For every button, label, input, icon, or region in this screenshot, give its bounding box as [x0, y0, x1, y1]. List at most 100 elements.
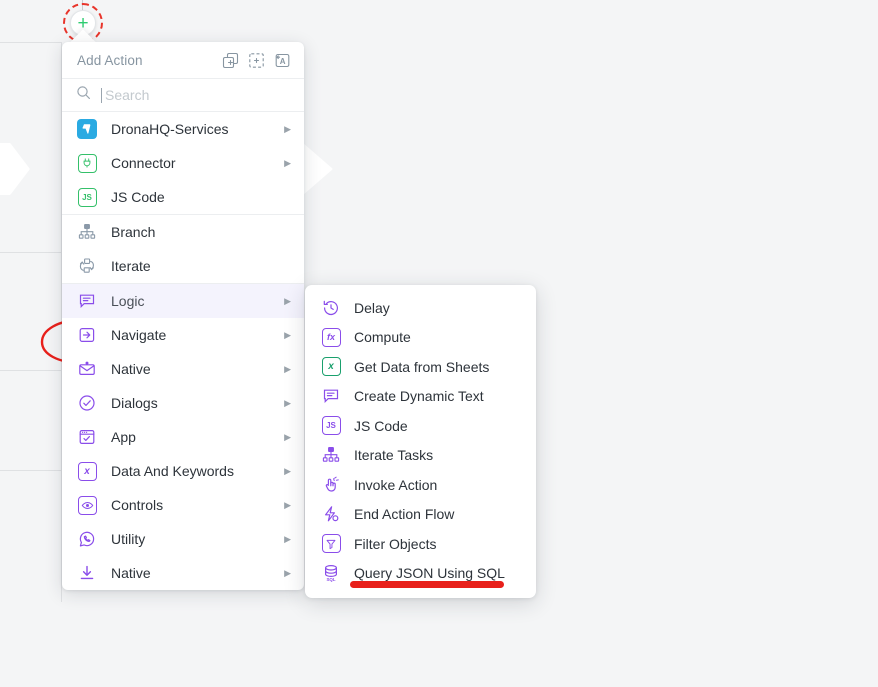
chevron-right-icon: ▶	[284, 363, 291, 374]
menu-group-services: DronaHQ-Services ▶ Connector ▶ JS JS Cod…	[62, 112, 304, 215]
branch-icon	[321, 445, 341, 465]
function-fx-icon: fx	[321, 327, 341, 347]
submenu-item-delay[interactable]: Delay	[305, 293, 536, 323]
menu-item-label: App	[111, 429, 136, 445]
menu-item-label: DronaHQ-Services	[111, 121, 229, 137]
page-title: Add Action	[77, 52, 143, 68]
menu-item-js-code[interactable]: JS JS Code	[62, 180, 304, 214]
phone-icon	[77, 529, 97, 549]
flow-node-left-chevron	[0, 143, 30, 195]
menu-item-app[interactable]: App ▶	[62, 420, 304, 454]
menu-item-label: Navigate	[111, 327, 167, 343]
download-icon	[77, 563, 97, 583]
submenu-item-query-json-using-sql[interactable]: SQL Query JSON Using SQL	[305, 559, 536, 589]
dronahq-icon	[77, 119, 97, 139]
search-row[interactable]	[62, 79, 304, 112]
plug-icon	[77, 153, 97, 173]
menu-item-label: Utility	[111, 531, 146, 547]
canvas-divider-bottom	[0, 470, 62, 471]
end-flow-icon	[321, 504, 341, 524]
duplicate-add-icon[interactable]	[222, 52, 239, 69]
submenu-item-label: Invoke Action	[354, 476, 438, 493]
logic-submenu: Delay fx Compute x Get Data from Sheets …	[305, 285, 536, 598]
menu-item-label: Native	[111, 361, 151, 377]
branch-icon	[77, 222, 97, 242]
menu-item-utility[interactable]: Utility ▶	[62, 522, 304, 556]
select-add-icon[interactable]	[248, 52, 265, 69]
svg-text:SQL: SQL	[326, 577, 335, 582]
menu-item-connector[interactable]: Connector ▶	[62, 146, 304, 180]
canvas-divider-lower	[0, 370, 62, 371]
menu-item-label: Controls	[111, 497, 164, 513]
check-circle-icon	[77, 393, 97, 413]
chevron-right-icon: ▶	[284, 329, 291, 340]
add-action-menu: Add Action A Search DronaHQ-Services ▶ C…	[62, 42, 304, 590]
search-icon	[76, 85, 91, 105]
submenu-item-label: End Action Flow	[354, 506, 455, 523]
logic-icon	[77, 291, 97, 311]
submenu-item-label: Compute	[354, 329, 411, 346]
menu-item-data-and-keywords[interactable]: x Data And Keywords ▶	[62, 454, 304, 488]
menu-item-label: Data And Keywords	[111, 463, 234, 479]
menu-item-label: Native	[111, 565, 151, 581]
submenu-item-filter-objects[interactable]: Filter Objects	[305, 529, 536, 559]
eye-icon	[77, 495, 97, 515]
text-block-add-icon[interactable]: A	[274, 52, 291, 69]
canvas-divider-mid	[0, 252, 62, 253]
menu-item-label: JS Code	[111, 189, 165, 205]
chevron-right-icon: ▶	[284, 567, 291, 578]
menu-item-label: Branch	[111, 224, 156, 240]
chevron-right-icon: ▶	[284, 499, 291, 510]
menu-item-label: Connector	[111, 155, 176, 171]
menu-item-label: Iterate	[111, 258, 151, 274]
menu-group-categories: Logic ▶ Navigate ▶ Native ▶ Dialogs ▶ Ap…	[62, 284, 304, 590]
mail-icon	[77, 359, 97, 379]
menu-item-native-download[interactable]: Native ▶	[62, 556, 304, 590]
chevron-right-icon: ▶	[284, 295, 291, 306]
filter-icon	[321, 534, 341, 554]
dynamic-text-icon	[321, 386, 341, 406]
menu-item-label: Logic	[111, 293, 145, 309]
canvas-divider-top	[0, 42, 62, 43]
menu-item-branch[interactable]: Branch	[62, 215, 304, 249]
menu-header: Add Action A	[62, 42, 304, 79]
submenu-item-invoke-action[interactable]: Invoke Action	[305, 470, 536, 500]
submenu-item-iterate-tasks[interactable]: Iterate Tasks	[305, 441, 536, 471]
menu-item-dialogs[interactable]: Dialogs ▶	[62, 386, 304, 420]
chevron-right-icon: ▶	[284, 123, 291, 134]
navigate-icon	[77, 325, 97, 345]
menu-item-label: Dialogs	[111, 395, 158, 411]
menu-item-dronahq-services[interactable]: DronaHQ-Services ▶	[62, 112, 304, 146]
flow-canvas: + Add Action A Search DronaHQ-Services ▶…	[0, 0, 878, 687]
menu-group-flow: Branch Iterate	[62, 215, 304, 284]
submenu-item-js-code[interactable]: JS JS Code	[305, 411, 536, 441]
submenu-item-label: JS Code	[354, 417, 408, 434]
menu-item-native-mail[interactable]: Native ▶	[62, 352, 304, 386]
submenu-item-label: Iterate Tasks	[354, 447, 434, 464]
menu-item-iterate[interactable]: Iterate	[62, 249, 304, 283]
svg-text:A: A	[280, 57, 286, 66]
submenu-item-compute[interactable]: fx Compute	[305, 323, 536, 353]
submenu-item-create-dynamic-text[interactable]: Create Dynamic Text	[305, 382, 536, 412]
header-icon-group: A	[222, 52, 291, 69]
submenu-item-label: Query JSON Using SQL	[354, 565, 505, 582]
iterate-icon	[77, 256, 97, 276]
chevron-right-icon: ▶	[284, 465, 291, 476]
search-text-caret	[101, 87, 102, 103]
database-sql-icon: SQL	[321, 563, 341, 583]
app-window-icon	[77, 427, 97, 447]
chevron-right-icon: ▶	[284, 533, 291, 544]
click-hand-icon	[321, 475, 341, 495]
menu-item-navigate[interactable]: Navigate ▶	[62, 318, 304, 352]
search-input[interactable]	[105, 87, 290, 103]
menu-item-logic[interactable]: Logic ▶	[62, 284, 304, 318]
submenu-item-label: Filter Objects	[354, 535, 437, 552]
js-icon: JS	[77, 187, 97, 207]
variable-x-icon: x	[77, 461, 97, 481]
menu-item-controls[interactable]: Controls ▶	[62, 488, 304, 522]
clock-rewind-icon	[321, 298, 341, 318]
chevron-right-icon: ▶	[284, 397, 291, 408]
submenu-item-end-action-flow[interactable]: End Action Flow	[305, 500, 536, 530]
submenu-item-get-data-from-sheets[interactable]: x Get Data from Sheets	[305, 352, 536, 382]
chevron-right-icon: ▶	[284, 157, 291, 168]
